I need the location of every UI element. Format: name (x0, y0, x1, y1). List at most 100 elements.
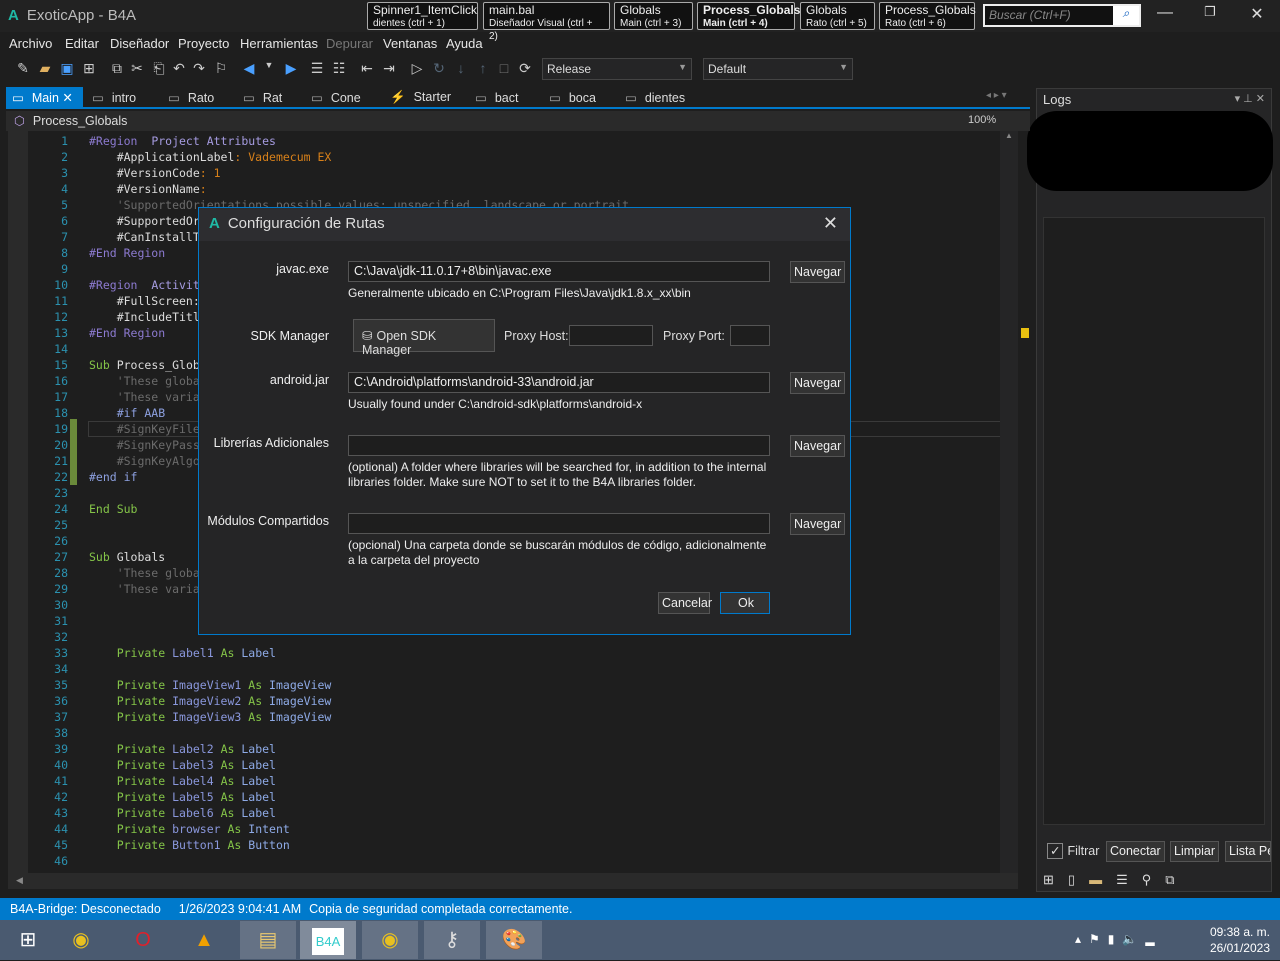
export-icon[interactable]: ⊞ (80, 60, 98, 78)
tab-scroll-icon[interactable]: ◂ ▸ ▾ (986, 90, 1007, 101)
file-explorer-icon[interactable]: ▤ (240, 921, 296, 959)
clock[interactable]: 09:38 a. m. 26/01/2023 (1210, 924, 1270, 956)
tab-rato[interactable]: ▭ Rato (162, 87, 220, 107)
code-line[interactable]: 'These varia (89, 581, 200, 597)
proxy-host-input[interactable] (569, 325, 653, 346)
code-line[interactable]: #IncludeTitl (89, 309, 200, 325)
code-line[interactable]: 'These globa (89, 373, 200, 389)
code-line[interactable]: #ApplicationLabel: Vademecum EX (89, 149, 332, 165)
book-icon[interactable]: ▯ (1068, 872, 1089, 887)
code-line[interactable]: Sub Globals (89, 549, 165, 565)
quick-tab[interactable]: Globals Rato (ctrl + 5) (800, 2, 875, 30)
save-icon[interactable]: ▣ (58, 60, 76, 78)
code-line[interactable]: #SupportedOr (89, 213, 200, 229)
layout-icon[interactable]: ⊞ (1043, 872, 1068, 887)
proxy-port-input[interactable] (730, 325, 770, 346)
keys-icon[interactable]: ⚷ (424, 921, 480, 959)
cut-icon[interactable]: ✂ (128, 60, 146, 78)
indent-icon[interactable]: ⇥ (380, 60, 398, 78)
close-icon[interactable]: ✕ (62, 91, 72, 105)
tab-main[interactable]: ▭ Main ✕ (6, 87, 83, 107)
code-line[interactable]: #Region Project Attributes (89, 133, 276, 149)
code-line[interactable]: Private Label3 As Label (89, 757, 276, 773)
code-line[interactable]: Private Label2 As Label (89, 741, 276, 757)
code-line[interactable]: Private Label4 As Label (89, 773, 276, 789)
vertical-scrollbar[interactable]: ▲ (1000, 131, 1029, 873)
panel-controls-icon[interactable]: ▾ ⊥ ✕ (1235, 92, 1265, 105)
menu-ventanas[interactable]: Ventanas (383, 36, 437, 51)
menu-archivo[interactable]: Archivo (9, 36, 52, 51)
code-line[interactable]: 'These globa (89, 565, 200, 581)
additional-libraries-browse-button[interactable]: Navegar (790, 435, 846, 457)
build-config-select[interactable]: Release ▼ (542, 58, 692, 80)
device-select[interactable]: Default ▼ (703, 58, 853, 80)
step-icon[interactable]: ↻ (430, 60, 448, 78)
code-line[interactable]: #SignKeyAlgo (89, 453, 200, 469)
ok-button[interactable]: Ok (720, 592, 770, 614)
logs-icon[interactable]: ☰ (1116, 872, 1142, 887)
filter-checkbox[interactable]: ✓ Filtrar (1047, 843, 1099, 859)
code-line[interactable]: #FullScreen: (89, 293, 200, 309)
tab-boca[interactable]: ▭ boca (543, 87, 602, 107)
code-line[interactable]: Private ImageView2 As ImageView (89, 693, 332, 709)
tab-rat[interactable]: ▭ Rat (237, 87, 288, 107)
code-line[interactable]: 'These varia (89, 389, 200, 405)
code-line[interactable]: #Region Activit (89, 277, 200, 293)
clear-button[interactable]: Limpiar (1170, 841, 1219, 862)
code-line[interactable]: End Sub (89, 501, 137, 517)
menu-disenador[interactable]: Diseñador (110, 36, 169, 51)
step-into-icon[interactable]: ↓ (452, 60, 470, 78)
bookmark-icon[interactable]: ⚐ (212, 60, 230, 78)
close-button[interactable]: ✕ (1237, 4, 1277, 28)
quick-tab[interactable]: Globals Main (ctrl + 3) (614, 2, 693, 30)
restore-button[interactable]: ❐ (1190, 4, 1230, 28)
scroll-left-icon[interactable]: ◀ (16, 875, 23, 886)
menu-proyecto[interactable]: Proyecto (178, 36, 229, 51)
aimp-icon[interactable]: ▲ (176, 921, 232, 959)
new-icon[interactable]: ✎ (14, 60, 32, 78)
list-button[interactable]: Lista Pe (1225, 841, 1271, 862)
menu-ayuda[interactable]: Ayuda (446, 36, 483, 51)
cancel-button[interactable]: Cancelar (658, 592, 712, 614)
quick-tab[interactable]: Process_Globals Rato (ctrl + 6) (879, 2, 976, 30)
tab-bact[interactable]: ▭ bact (469, 87, 524, 107)
additional-libraries-input[interactable] (348, 435, 770, 456)
code-line[interactable]: Private Button1 As Button (89, 837, 290, 853)
paint-icon[interactable]: 🎨 (486, 921, 542, 959)
code-line[interactable]: #VersionName: (89, 181, 207, 197)
javac-input[interactable]: C:\Java\jdk-11.0.17+8\bin\javac.exe (348, 261, 770, 282)
tab-starter[interactable]: ⚡ Starter (384, 87, 457, 107)
menu-herramientas[interactable]: Herramientas (240, 36, 318, 51)
windows-start-icon[interactable]: ⊞ (0, 921, 56, 959)
code-line[interactable]: Private Label1 As Label (89, 645, 276, 661)
chrome-profile-icon[interactable]: ◉ (362, 921, 418, 959)
b4a-taskbar-button[interactable]: B4A (300, 921, 356, 959)
code-line[interactable]: Private Label5 As Label (89, 789, 276, 805)
connect-button[interactable]: Conectar (1106, 841, 1165, 862)
android-jar-browse-button[interactable]: Navegar (790, 372, 846, 394)
tab-cone[interactable]: ▭ Cone (305, 87, 367, 107)
code-line[interactable]: Sub Process_Glob (89, 357, 200, 373)
panel-switcher[interactable]: ⊞▯▬☰⚲⧉ (1043, 872, 1189, 888)
stop-icon[interactable]: □ (495, 60, 513, 78)
javac-browse-button[interactable]: Navegar (790, 261, 846, 283)
code-line[interactable]: Private browser As Intent (89, 821, 290, 837)
horizontal-scrollbar[interactable]: ◀ (8, 873, 1018, 889)
copy-icon[interactable]: ⧉ (108, 60, 126, 78)
undo-icon[interactable]: ↶ (170, 60, 188, 78)
code-line[interactable]: #CanInstallT (89, 229, 200, 245)
code-line[interactable]: Private ImageView1 As ImageView (89, 677, 332, 693)
forward-icon[interactable]: ▶ (282, 60, 300, 78)
search-icon[interactable]: ⌕ (1113, 6, 1139, 25)
open-icon[interactable]: ▰ (36, 60, 54, 78)
shared-modules-browse-button[interactable]: Navegar (790, 513, 846, 535)
menu-depurar[interactable]: Depurar (326, 36, 373, 51)
scroll-up-icon[interactable]: ▲ (1005, 131, 1013, 149)
step-out-icon[interactable]: ↑ (474, 60, 492, 78)
outdent-icon[interactable]: ⇤ (358, 60, 376, 78)
redo-icon[interactable]: ↷ (190, 60, 208, 78)
code-line[interactable]: Private ImageView3 As ImageView (89, 709, 332, 725)
chevron-down-icon[interactable]: ▼ (260, 60, 278, 78)
shared-modules-input[interactable] (348, 513, 770, 534)
android-jar-input[interactable]: C:\Android\platforms\android-33\android.… (348, 372, 770, 393)
